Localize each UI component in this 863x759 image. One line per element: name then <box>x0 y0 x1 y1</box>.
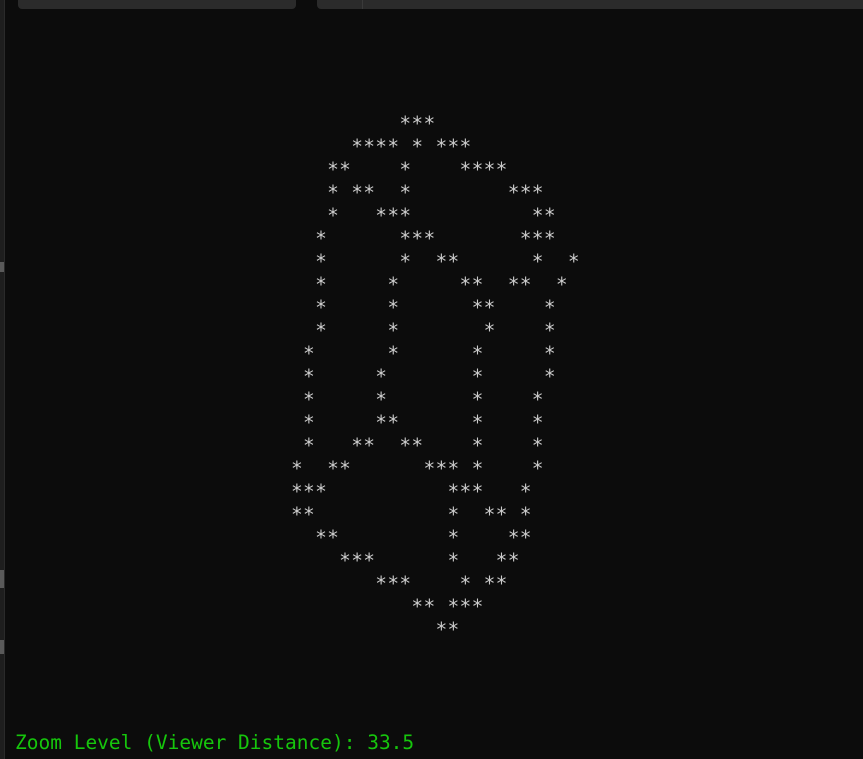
zoom-level-status: Zoom Level (Viewer Distance): 33.5 <box>15 731 415 754</box>
ascii-art-line: * * * * <box>291 388 544 411</box>
ascii-art-line: *** *** * <box>291 480 532 503</box>
ascii-art-line: ** <box>291 618 460 641</box>
ascii-art-output: *** **** * *** ** * **** * ** * *** * **… <box>291 112 580 641</box>
top-bar-divider <box>362 0 363 9</box>
ascii-art-line: *** * ** <box>291 572 508 595</box>
edge-marker <box>0 570 4 588</box>
ascii-art-line: * * ** * <box>291 296 556 319</box>
top-scroll-bar-left[interactable] <box>18 0 296 9</box>
edge-marker <box>0 262 4 272</box>
ascii-art-line: *** <box>291 112 436 135</box>
ascii-art-line: * ** ** * * <box>291 434 544 457</box>
ascii-art-line: * ** *** * * <box>291 457 544 480</box>
ascii-art-line: ** * ** * <box>291 503 532 526</box>
ascii-art-line: * *** ** <box>291 204 556 227</box>
ascii-art-line: **** * *** <box>291 135 472 158</box>
ascii-art-line: *** * ** <box>291 549 520 572</box>
top-scroll-bar-right[interactable] <box>317 0 863 9</box>
ascii-art-line: ** * **** <box>291 158 508 181</box>
edge-marker <box>0 640 4 654</box>
ascii-art-line: * *** *** <box>291 227 556 250</box>
ascii-art-line: * * ** ** * <box>291 273 568 296</box>
ascii-art-line: ** * ** <box>291 526 532 549</box>
ascii-art-line: * ** * *** <box>291 181 544 204</box>
ascii-art-line: * ** * * <box>291 411 544 434</box>
ascii-art-line: * * * * <box>291 365 556 388</box>
ascii-art-line: * * ** * * <box>291 250 580 273</box>
ascii-art-line: * * * * <box>291 342 556 365</box>
ascii-art-line: ** *** <box>291 595 484 618</box>
left-window-edge <box>0 0 5 759</box>
ascii-art-line: * * * * <box>291 319 556 342</box>
